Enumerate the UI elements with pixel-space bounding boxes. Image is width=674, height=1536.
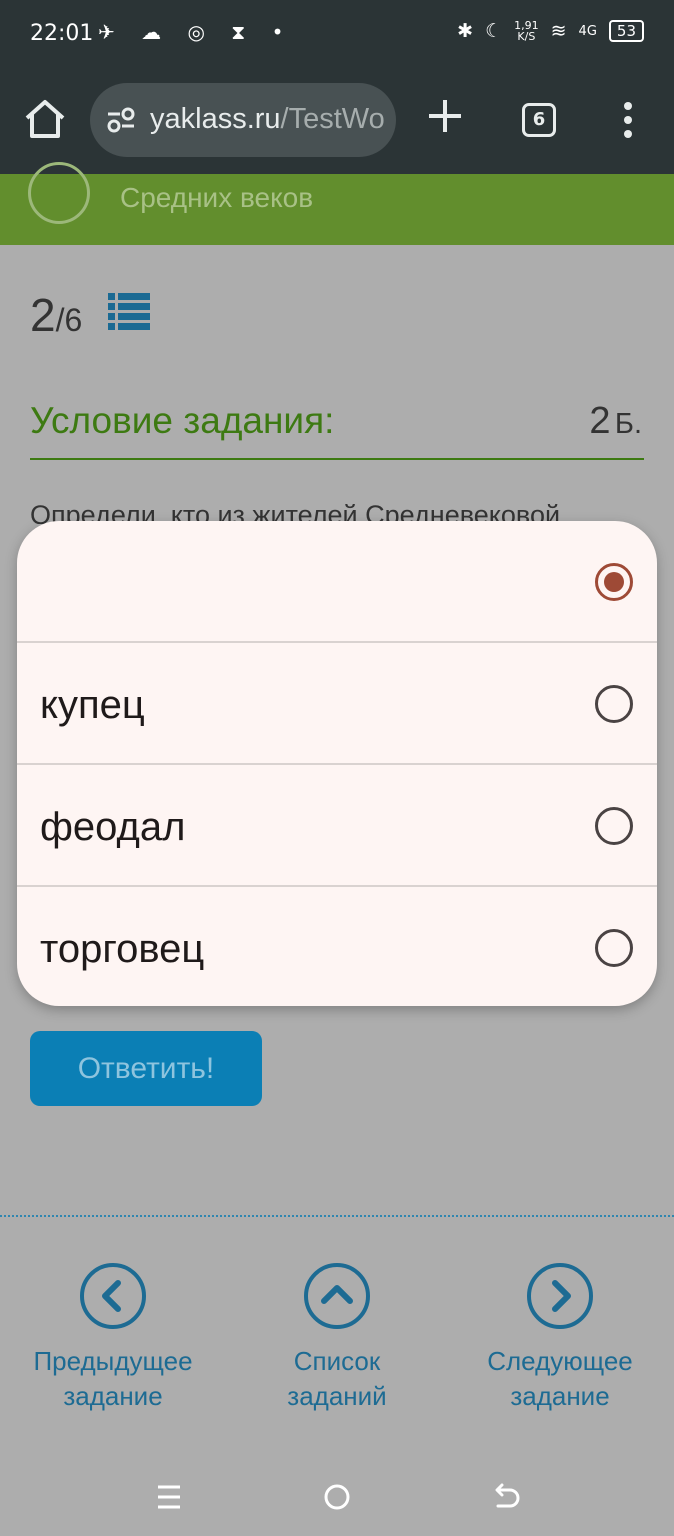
url-text: yaklass.ru/TestWo — [150, 103, 385, 136]
condition-divider — [30, 458, 644, 460]
next-task-line1: Следующее — [487, 1346, 633, 1376]
status-time: 22:01 — [30, 21, 94, 46]
condition-title: Условие задания: — [30, 400, 335, 441]
radio-icon[interactable] — [595, 807, 633, 845]
prev-task-label: Предыдущее задание — [3, 1344, 223, 1414]
bottom-divider — [0, 1215, 674, 1217]
radio-icon[interactable] — [595, 929, 633, 967]
net-speed-unit: K/S — [517, 30, 536, 43]
system-nav-bar — [0, 1460, 674, 1536]
answer-dropdown-popup: купец феодал торговец — [17, 521, 657, 1006]
home-icon[interactable] — [22, 96, 68, 142]
radio-selected-icon[interactable] — [595, 563, 633, 601]
address-bar[interactable]: yaklass.ru/TestWo — [90, 83, 396, 157]
radio-icon[interactable] — [595, 685, 633, 723]
task-list-nav[interactable]: Список заданий — [227, 1262, 447, 1414]
site-settings-icon[interactable] — [106, 107, 136, 133]
course-header: Средних веков — [0, 162, 674, 245]
more-menu-icon[interactable] — [618, 100, 638, 140]
chevron-right-icon[interactable] — [526, 1262, 594, 1330]
browser-toolbar: yaklass.ru/TestWo 6 — [0, 70, 674, 174]
dropdown-option[interactable]: торговец — [17, 885, 657, 1006]
status-bar: 22:01 ✈ ☁ ◎ ⧗ • ✱ ☾ 1,91 K/S ≋ 4G 53 — [0, 0, 674, 70]
answer-button[interactable]: Ответить! — [30, 1031, 262, 1106]
task-total: /6 — [55, 302, 83, 338]
network-type: 4G — [578, 23, 597, 39]
dropdown-option[interactable]: купец — [17, 641, 657, 762]
prev-task-line1: Предыдущее — [33, 1346, 193, 1376]
bluetooth-icon: ✱ — [457, 20, 474, 42]
recent-apps-icon[interactable] — [156, 1482, 182, 1512]
net-speed: 1,91 K/S — [514, 20, 539, 42]
chevron-up-icon[interactable] — [303, 1262, 371, 1330]
task-points: 2 Б. — [589, 400, 642, 443]
task-list-line2: заданий — [287, 1381, 387, 1411]
points-unit: Б. — [614, 408, 642, 440]
task-list-icon[interactable] — [108, 292, 150, 332]
option-label: феодал — [40, 805, 186, 849]
url-domain: yaklass.ru — [150, 103, 281, 135]
next-task-label: Следующее задание — [450, 1344, 670, 1414]
option-label: торговец — [40, 927, 205, 971]
dropdown-option[interactable]: феодал — [17, 763, 657, 884]
back-nav-icon[interactable] — [492, 1482, 520, 1512]
dropdown-option[interactable] — [17, 521, 657, 642]
wifi-icon: ≋ — [550, 20, 567, 42]
task-list-label: Список заданий — [227, 1344, 447, 1414]
points-value: 2 — [589, 400, 611, 442]
option-label: купец — [40, 683, 145, 727]
task-progress: 2/6 — [30, 288, 82, 342]
status-right-icons: ✱ ☾ 1,91 K/S ≋ 4G 53 — [457, 20, 644, 42]
prev-task-line2: задание — [63, 1381, 163, 1411]
back-button[interactable] — [28, 162, 90, 224]
next-task-nav[interactable]: Следующее задание — [450, 1262, 670, 1414]
url-path: /TestWo — [280, 103, 385, 135]
next-task-line2: задание — [510, 1381, 610, 1411]
notification-icons: ✈ ☁ ◎ ⧗ • — [98, 20, 294, 44]
course-title: Средних веков — [120, 182, 314, 213]
chevron-left-icon[interactable] — [79, 1262, 147, 1330]
task-list-line1: Список — [293, 1346, 381, 1376]
tab-switcher-button[interactable]: 6 — [522, 103, 556, 137]
moon-icon: ☾ — [485, 20, 503, 42]
new-tab-icon[interactable] — [424, 95, 466, 137]
task-current: 2 — [30, 289, 56, 341]
battery-indicator: 53 — [608, 20, 644, 42]
prev-task-nav[interactable]: Предыдущее задание — [3, 1262, 223, 1414]
home-nav-icon[interactable] — [323, 1482, 351, 1512]
